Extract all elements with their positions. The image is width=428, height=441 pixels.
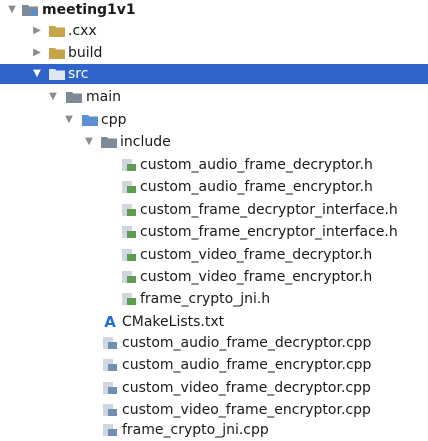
tree-file-label: CMakeLists.txt [122,314,225,330]
tree-file-source[interactable]: custom_video_frame_encryptor.cpp [0,400,428,420]
tree-file-header[interactable]: frame_crypto_jni.h [0,289,428,309]
cpp-header-file-icon [121,159,137,171]
tree-file-label: custom_frame_encryptor_interface.h [140,224,398,240]
tree-node-cxx[interactable]: ▶ .cxx [0,21,428,41]
tree-file-label: frame_crypto_jni.cpp [122,422,269,438]
folder-icon [101,136,117,148]
tree-file-header[interactable]: custom_video_frame_encryptor.h [0,267,428,287]
cpp-source-file-icon [102,424,118,436]
chevron-down-icon[interactable]: ▼ [47,87,59,107]
tree-node-src[interactable]: ▼ src [0,64,428,84]
chevron-down-icon[interactable]: ▼ [63,110,75,130]
cpp-header-file-icon [121,293,137,305]
tree-node-label: .cxx [68,23,97,39]
cpp-header-file-icon [121,204,137,216]
chevron-right-icon[interactable]: ▶ [31,43,43,63]
tree-file-header[interactable]: custom_audio_frame_encryptor.h [0,177,428,197]
tree-file-source[interactable]: frame_crypto_jni.cpp [0,420,428,440]
cpp-header-file-icon [121,271,137,283]
tree-node-label: main [86,89,121,105]
tree-node-build[interactable]: ▶ build [0,43,428,63]
tree-file-label: custom_audio_frame_encryptor.h [140,179,373,195]
cpp-header-file-icon [121,226,137,238]
tree-file-label: custom_video_frame_encryptor.h [140,269,373,285]
tree-node-meeting1v1[interactable]: ▼ meeting1v1 [0,0,428,20]
tree-node-main[interactable]: ▼ main [0,87,428,107]
cpp-source-file-icon [102,359,118,371]
cpp-header-file-icon [121,181,137,193]
folder-icon [49,25,65,37]
tree-file-header[interactable]: custom_frame_decryptor_interface.h [0,200,428,220]
tree-file-label: custom_audio_frame_decryptor.h [140,157,373,173]
project-tree: ▼ meeting1v1 ▶ .cxx ▶ build ▼ src ▼ main… [0,0,428,441]
tree-file-source[interactable]: custom_audio_frame_encryptor.cpp [0,355,428,375]
chevron-down-icon[interactable]: ▼ [31,64,43,84]
tree-file-label: custom_frame_decryptor_interface.h [140,202,398,218]
folder-icon [66,91,82,103]
tree-file-label: custom_video_frame_decryptor.h [140,247,373,263]
tree-file-source[interactable]: custom_video_frame_decryptor.cpp [0,378,428,398]
cpp-source-file-icon [102,382,118,394]
folder-icon [49,68,65,80]
tree-node-label: cpp [101,112,127,128]
tree-node-include[interactable]: ▼ include [0,132,428,152]
tree-node-label: include [120,134,171,150]
chevron-right-icon[interactable]: ▶ [31,21,43,41]
folder-icon [49,47,65,59]
module-folder-icon [22,4,38,16]
chevron-down-icon[interactable]: ▼ [83,132,95,152]
tree-file-label: custom_audio_frame_decryptor.cpp [122,335,372,351]
tree-file-label: frame_crypto_jni.h [140,291,271,307]
tree-node-label: meeting1v1 [42,2,136,18]
source-folder-icon [82,114,98,126]
tree-file-cmakelists[interactable]: A CMakeLists.txt [0,312,428,332]
tree-file-label: custom_video_frame_encryptor.cpp [122,402,371,418]
tree-file-header[interactable]: custom_frame_encryptor_interface.h [0,222,428,242]
tree-file-header[interactable]: custom_audio_frame_decryptor.h [0,155,428,175]
cpp-source-file-icon [102,404,118,416]
cmake-icon: A [104,313,116,331]
tree-node-label: build [68,45,103,61]
tree-file-source[interactable]: custom_audio_frame_decryptor.cpp [0,333,428,353]
cpp-header-file-icon [121,249,137,261]
chevron-down-icon[interactable]: ▼ [6,0,18,20]
tree-file-header[interactable]: custom_video_frame_decryptor.h [0,245,428,265]
tree-file-label: custom_audio_frame_encryptor.cpp [122,357,372,373]
tree-file-label: custom_video_frame_decryptor.cpp [122,380,371,396]
tree-node-cpp[interactable]: ▼ cpp [0,110,428,130]
tree-node-label: src [68,66,89,82]
cpp-source-file-icon [102,337,118,349]
